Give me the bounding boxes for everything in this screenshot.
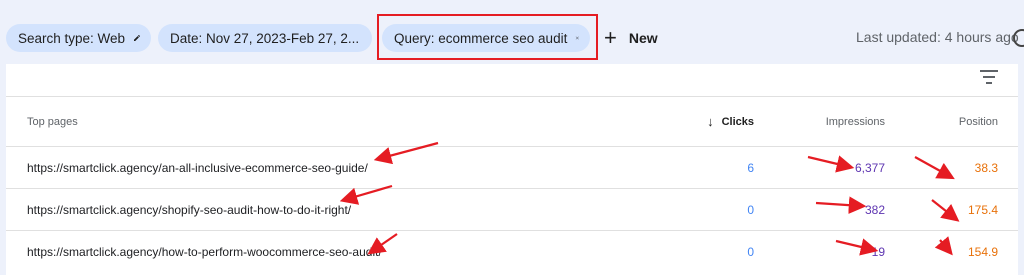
date-filter-chip[interactable]: Date: Nov 27, 2023-Feb 27, 2... xyxy=(158,24,372,52)
page-url[interactable]: https://smartclick.agency/how-to-perform… xyxy=(27,231,382,272)
impressions-value: 6,377 xyxy=(854,160,885,175)
column-header-impressions[interactable]: Impressions xyxy=(776,97,885,146)
filter-bar: Search type: Web Date: Nov 27, 2023-Feb … xyxy=(0,0,1024,64)
column-header-clicks-label: Clicks xyxy=(721,115,754,128)
help-icon[interactable] xyxy=(1013,29,1024,47)
position-value: 38.3 xyxy=(974,160,998,175)
annotation-highlight-box xyxy=(377,14,598,60)
impressions-value: 382 xyxy=(864,202,885,217)
table-row[interactable]: https://smartclick.agency/how-to-perform… xyxy=(6,230,1018,272)
clicks-value: 6 xyxy=(747,160,754,175)
arrow-down-icon: ↓ xyxy=(707,114,714,129)
top-pages-table: Top pages ↓ Clicks Impressions Position … xyxy=(6,64,1018,275)
column-header-page[interactable]: Top pages xyxy=(27,97,78,146)
position-value: 175.4 xyxy=(967,202,998,217)
position-value: 154.9 xyxy=(967,244,998,259)
pencil-icon[interactable] xyxy=(133,31,141,45)
page-url[interactable]: https://smartclick.agency/an-all-inclusi… xyxy=(27,147,368,188)
page-url[interactable]: https://smartclick.agency/shopify-seo-au… xyxy=(27,189,351,230)
chip-label: Search type: Web xyxy=(18,30,126,46)
clicks-value: 0 xyxy=(747,244,754,259)
column-header-position[interactable]: Position xyxy=(906,97,998,146)
new-filter-button[interactable]: + New xyxy=(604,26,658,50)
clicks-value: 0 xyxy=(747,202,754,217)
filter-rows-icon[interactable] xyxy=(980,70,998,84)
table-row[interactable]: https://smartclick.agency/shopify-seo-au… xyxy=(6,188,1018,230)
search-console-performance: Search type: Web Date: Nov 27, 2023-Feb … xyxy=(0,0,1024,275)
table-header: Top pages ↓ Clicks Impressions Position xyxy=(6,96,1018,146)
chip-label: Date: Nov 27, 2023-Feb 27, 2... xyxy=(170,30,360,46)
plus-icon: + xyxy=(604,25,617,50)
column-header-clicks[interactable]: ↓ Clicks xyxy=(646,97,754,146)
new-filter-label: New xyxy=(628,30,658,46)
last-updated-text: Last updated: 4 hours ago xyxy=(856,29,1019,45)
impressions-value: 19 xyxy=(871,244,885,259)
search-type-filter-chip[interactable]: Search type: Web xyxy=(6,24,151,52)
table-row[interactable]: https://smartclick.agency/an-all-inclusi… xyxy=(6,146,1018,188)
